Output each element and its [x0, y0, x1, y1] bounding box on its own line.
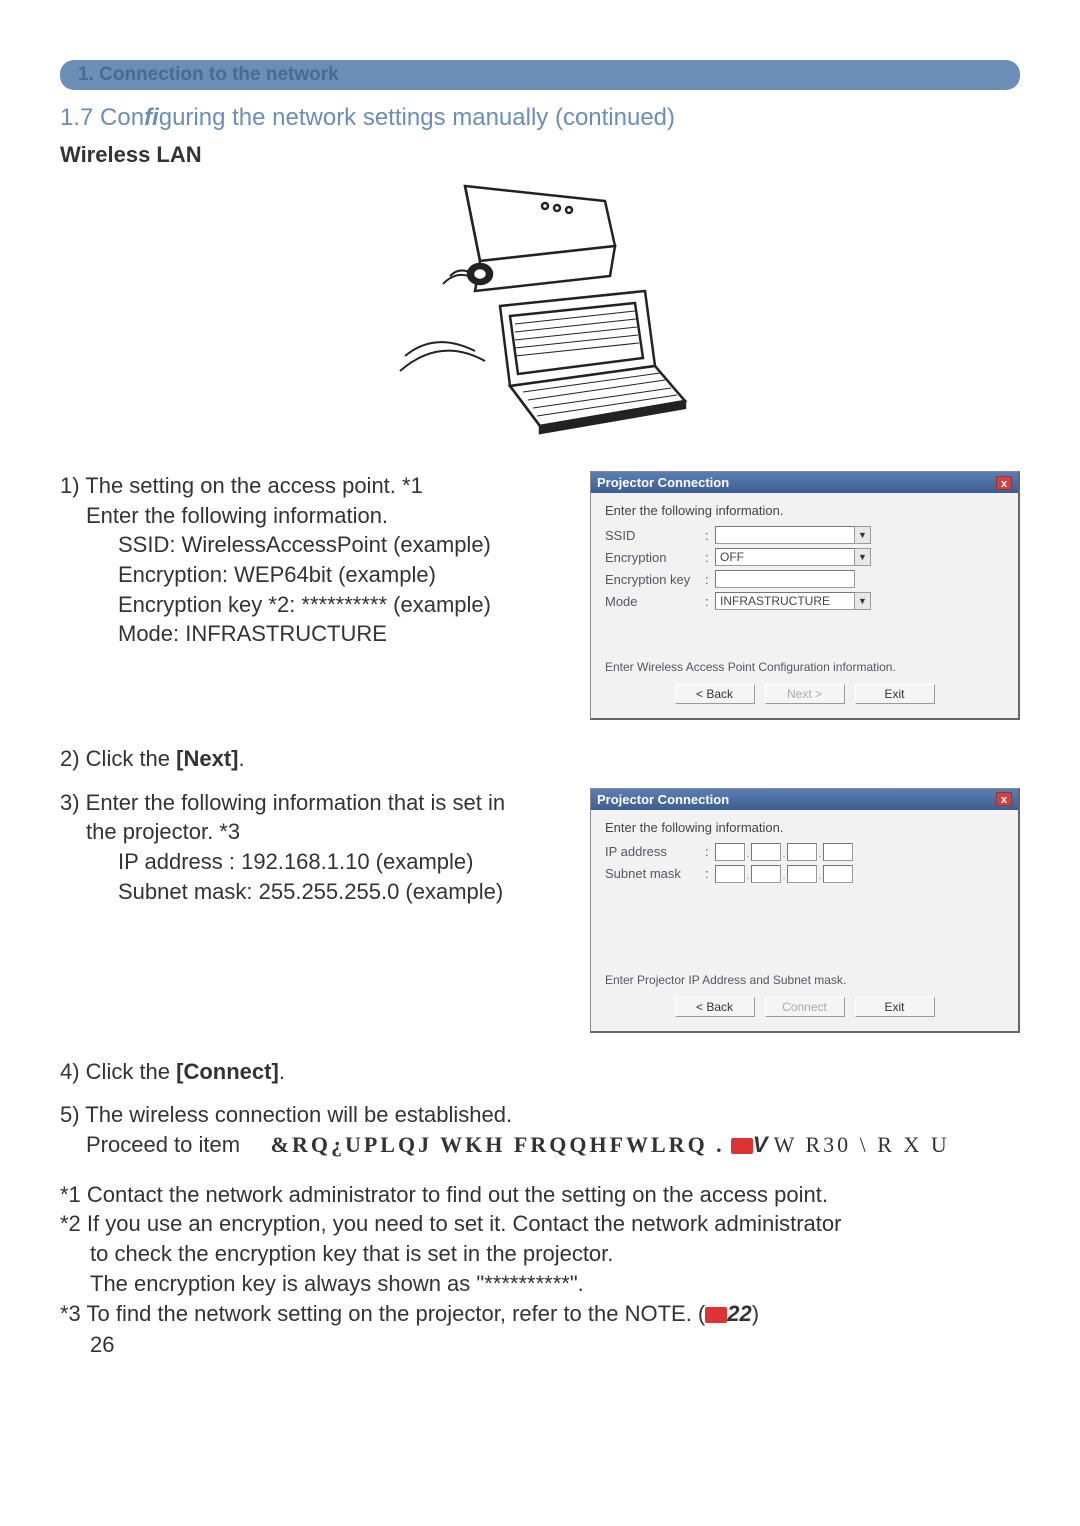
dlg1-ssid-label: SSID — [605, 528, 705, 543]
title-pre: 1.7 Con — [60, 104, 144, 131]
step2-pre: 2) Click the — [60, 746, 176, 771]
step1-line1: 1) The setting on the access point. *1 — [60, 471, 570, 501]
step5-garbled1: &RQ¿UPLQJ WKH FRQQHFWLRQ . — [271, 1132, 725, 1157]
step4-post: . — [279, 1059, 285, 1084]
note3a: *3 To ﬁnd the network setting on the pro… — [60, 1301, 705, 1326]
note3c: ) — [752, 1301, 759, 1326]
title-post: guring the network settings manually (co… — [159, 104, 675, 131]
step3-mask: Subnet mask: 255.255.255.0 (example) — [60, 877, 570, 907]
colon: : — [705, 572, 715, 587]
dialog1-back-button[interactable]: < Back — [675, 684, 755, 704]
subtitle: Wireless LAN — [60, 142, 1020, 168]
note2a: *2 If you use an encryption, you need to… — [60, 1209, 1020, 1239]
dlg1-enc-input[interactable]: OFF — [715, 548, 855, 566]
dialog1-exit-button[interactable]: Exit — [855, 684, 935, 704]
dlg1-key-input[interactable] — [715, 570, 855, 588]
book-icon — [731, 1138, 753, 1154]
note3: *3 To ﬁnd the network setting on the pro… — [60, 1299, 1020, 1329]
colon: : — [705, 866, 715, 881]
mask-octet-1[interactable] — [715, 865, 745, 883]
note2c: The encryption key is always shown as "*… — [60, 1269, 1020, 1299]
step1-line2: Enter the following information. — [60, 501, 570, 531]
note1: *1 Contact the network administrator to … — [60, 1180, 1020, 1210]
ip-octet-4[interactable] — [823, 843, 853, 861]
step2-post: . — [239, 746, 245, 771]
dropdown-arrow-icon[interactable]: ▼ — [855, 592, 871, 610]
step2: 2) Click the [Next]. — [60, 744, 1020, 774]
dialog1-title: Projector Connection — [597, 475, 729, 490]
book-icon — [705, 1307, 727, 1323]
step1-enc: Encryption: WEP64bit (example) — [60, 560, 570, 590]
step3-ip: IP address : 192.168.1.10 (example) — [60, 847, 570, 877]
dlg2-ip-label: IP address — [605, 844, 705, 859]
step5-line1: 5) The wireless connection will be estab… — [60, 1100, 1020, 1130]
step3-line1: 3) Enter the following information that … — [60, 788, 570, 818]
dlg1-enc-label: Encryption — [605, 550, 705, 565]
dialog2-title: Projector Connection — [597, 792, 729, 807]
step4-pre: 4) Click the — [60, 1059, 176, 1084]
step1-ssid: SSID: WirelessAccessPoint (example) — [60, 530, 570, 560]
section-title: 1.7 Configuring the network settings man… — [60, 104, 1020, 132]
dlg2-mask-label: Subnet mask — [605, 866, 705, 881]
dialog-wireless: Projector Connection x Enter the followi… — [590, 471, 1020, 720]
dialog2-exit-button[interactable]: Exit — [855, 997, 935, 1017]
step1-text: 1) The setting on the access point. *1 E… — [60, 471, 570, 720]
dialog1-hint: Enter Wireless Access Point Configuratio… — [605, 660, 1004, 674]
ip-octet-1[interactable] — [715, 843, 745, 861]
step5: 5) The wireless connection will be estab… — [60, 1100, 1020, 1159]
ip-octet-3[interactable] — [787, 843, 817, 861]
dlg1-key-label: Encryption key — [605, 572, 705, 587]
dialog1-next-button[interactable]: Next > — [765, 684, 845, 704]
step2-bold: [Next] — [176, 746, 238, 771]
dlg1-mode-label: Mode — [605, 594, 705, 609]
note3b: 22 — [727, 1301, 751, 1326]
colon: : — [705, 844, 715, 859]
mask-octet-2[interactable] — [751, 865, 781, 883]
colon: : — [705, 594, 715, 609]
step5-proceed: Proceed to item — [86, 1132, 240, 1157]
note2b: to check the encryption key that is set … — [60, 1239, 1020, 1269]
dialog2-close-button[interactable]: x — [996, 792, 1012, 806]
dialog1-close-button[interactable]: x — [996, 476, 1012, 490]
step4-bold: [Connect] — [176, 1059, 279, 1084]
dlg1-mode-input[interactable]: INFRASTRUCTURE — [715, 592, 855, 610]
dropdown-arrow-icon[interactable]: ▼ — [855, 526, 871, 544]
dialog-ip: Projector Connection x Enter the followi… — [590, 788, 1020, 1033]
step1-mode: Mode: INFRASTRUCTURE — [60, 619, 570, 649]
dialog2-hint: Enter Projector IP Address and Subnet ma… — [605, 973, 1004, 987]
colon: : — [705, 528, 715, 543]
dropdown-arrow-icon[interactable]: ▼ — [855, 548, 871, 566]
dlg1-ssid-input[interactable] — [715, 526, 855, 544]
dialog2-connect-button[interactable]: Connect — [765, 997, 845, 1017]
ip-octet-2[interactable] — [751, 843, 781, 861]
dialog2-back-button[interactable]: < Back — [675, 997, 755, 1017]
dialog2-heading: Enter the following information. — [605, 820, 1004, 835]
step1-key: Encryption key *2: ********** (example) — [60, 590, 570, 620]
step3-line2: the projector. *3 — [60, 817, 570, 847]
mask-octet-4[interactable] — [823, 865, 853, 883]
title-fi: fi — [144, 104, 159, 131]
step4: 4) Click the [Connect]. — [60, 1057, 1020, 1087]
step5-garbled2: W R30 \ R X U — [774, 1132, 950, 1157]
page-number: 26 — [60, 1332, 1020, 1358]
illustration — [60, 176, 1020, 441]
dialog1-heading: Enter the following information. — [605, 503, 1004, 518]
step3-text: 3) Enter the following information that … — [60, 788, 570, 1033]
notes-block: *1 Contact the network administrator to … — [60, 1180, 1020, 1328]
step5-icon-text: V — [753, 1132, 768, 1157]
colon: : — [705, 550, 715, 565]
mask-octet-3[interactable] — [787, 865, 817, 883]
section-pill: 1. Connection to the network — [60, 60, 1020, 90]
